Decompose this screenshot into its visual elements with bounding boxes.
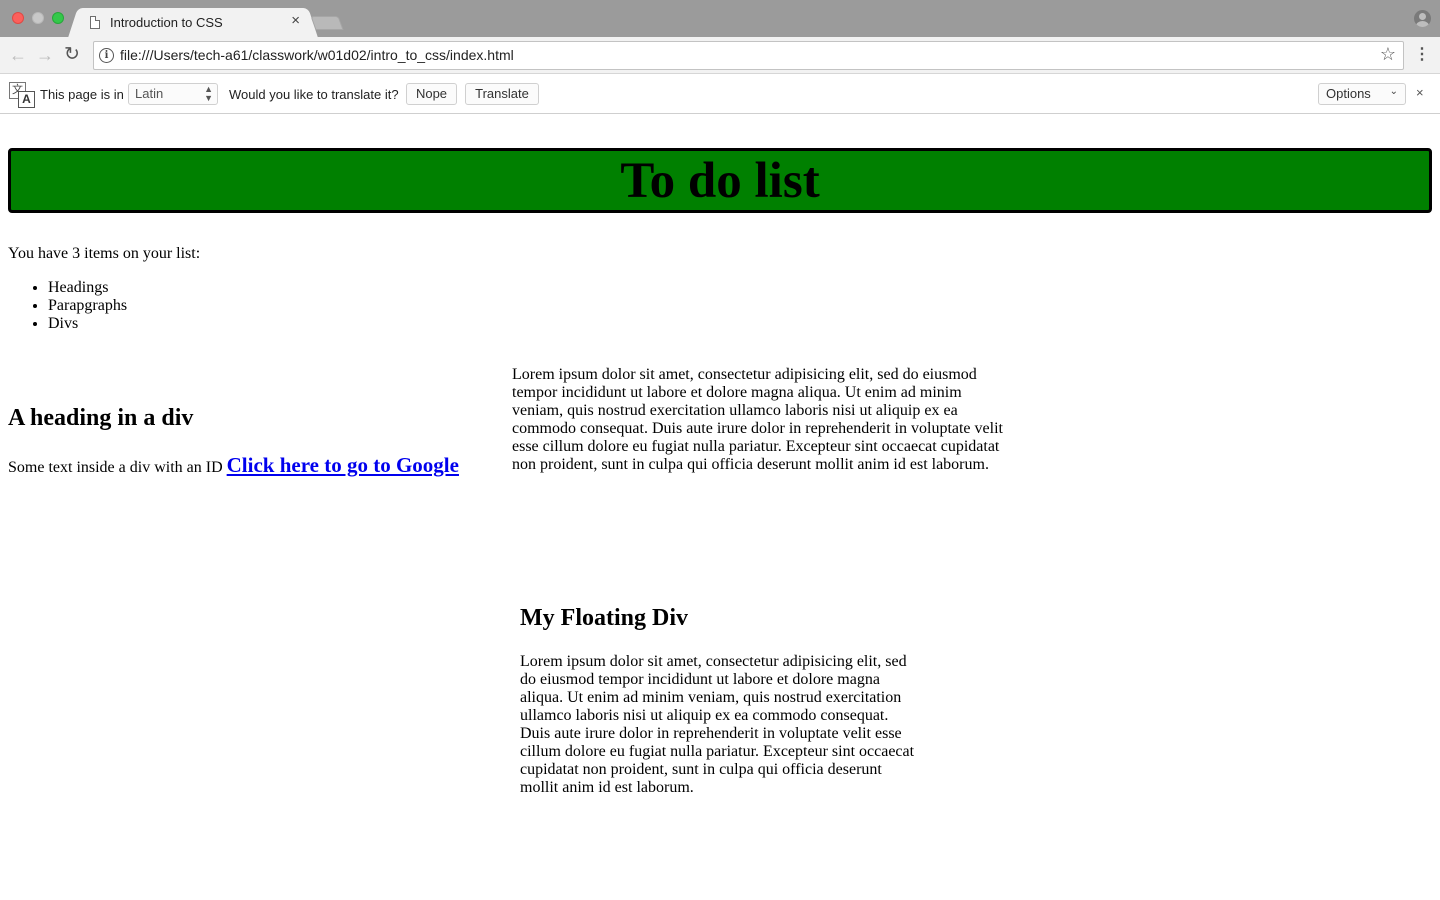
- minimize-window-icon[interactable]: [32, 12, 44, 24]
- options-label: Options: [1326, 86, 1371, 101]
- floating-div-heading: My Floating Div: [520, 605, 688, 631]
- address-bar[interactable]: i file:///Users/tech-a61/classwork/w01d0…: [93, 41, 1404, 70]
- page-language-label: This page is in: [40, 87, 124, 102]
- google-link[interactable]: Click here to go to Google: [227, 453, 459, 477]
- todo-list: Headings Parapgraphs Divs: [8, 279, 127, 333]
- translate-button[interactable]: Translate: [465, 83, 539, 105]
- floating-div-paragraph: Lorem ipsum dolor sit amet, consectetur …: [520, 653, 915, 796]
- title-banner: To do list: [8, 148, 1432, 213]
- reload-icon[interactable]: ↻: [64, 44, 80, 66]
- info-icon[interactable]: i: [99, 48, 114, 63]
- maximize-window-icon[interactable]: [52, 12, 64, 24]
- toolbar: ← → ↻ i file:///Users/tech-a61/classwork…: [0, 37, 1440, 74]
- title-bar: Introduction to CSS ×: [0, 0, 1440, 37]
- language-value: Latin: [135, 86, 164, 101]
- back-arrow-icon[interactable]: ←: [9, 44, 27, 66]
- list-item: Divs: [48, 315, 127, 333]
- page-title: To do list: [620, 153, 820, 209]
- list-item: Headings: [48, 279, 127, 297]
- forward-arrow-icon[interactable]: →: [36, 44, 54, 66]
- close-icon[interactable]: ×: [1416, 85, 1424, 100]
- language-select[interactable]: Latin ▲ ▼: [128, 83, 218, 105]
- translate-icon: 文 A: [9, 82, 35, 108]
- profile-icon[interactable]: [1414, 10, 1431, 27]
- close-window-icon[interactable]: [12, 12, 24, 24]
- div-text: Some text inside a div with an ID Click …: [8, 453, 459, 478]
- close-tab-icon[interactable]: ×: [291, 12, 300, 29]
- options-dropdown[interactable]: Options ⌄: [1318, 83, 1406, 105]
- div-heading: A heading in a div: [8, 405, 194, 431]
- list-item: Parapgraphs: [48, 297, 127, 315]
- new-tab-button[interactable]: [310, 16, 344, 30]
- menu-icon[interactable]: ⋮: [1414, 46, 1430, 64]
- lorem-paragraph: Lorem ipsum dolor sit amet, consectetur …: [512, 366, 1003, 473]
- page-icon: [90, 16, 100, 29]
- url-text[interactable]: file:///Users/tech-a61/classwork/w01d02/…: [120, 47, 514, 63]
- browser-tab[interactable]: Introduction to CSS ×: [80, 8, 306, 37]
- chevron-down-icon: ⌄: [1389, 86, 1398, 97]
- list-intro: You have 3 items on your list:: [8, 245, 201, 262]
- nope-button[interactable]: Nope: [406, 83, 457, 105]
- star-icon[interactable]: ☆: [1380, 44, 1396, 65]
- select-arrows-icon: ▲ ▼: [204, 84, 213, 103]
- tab-title: Introduction to CSS: [110, 15, 223, 30]
- translate-bar: 文 A This page is in Latin ▲ ▼ Would you l…: [0, 74, 1440, 114]
- translate-question: Would you like to translate it?: [229, 87, 399, 102]
- div-text-label: Some text inside a div with an ID: [8, 459, 223, 476]
- page-content: To do list You have 3 items on your list…: [0, 115, 1440, 900]
